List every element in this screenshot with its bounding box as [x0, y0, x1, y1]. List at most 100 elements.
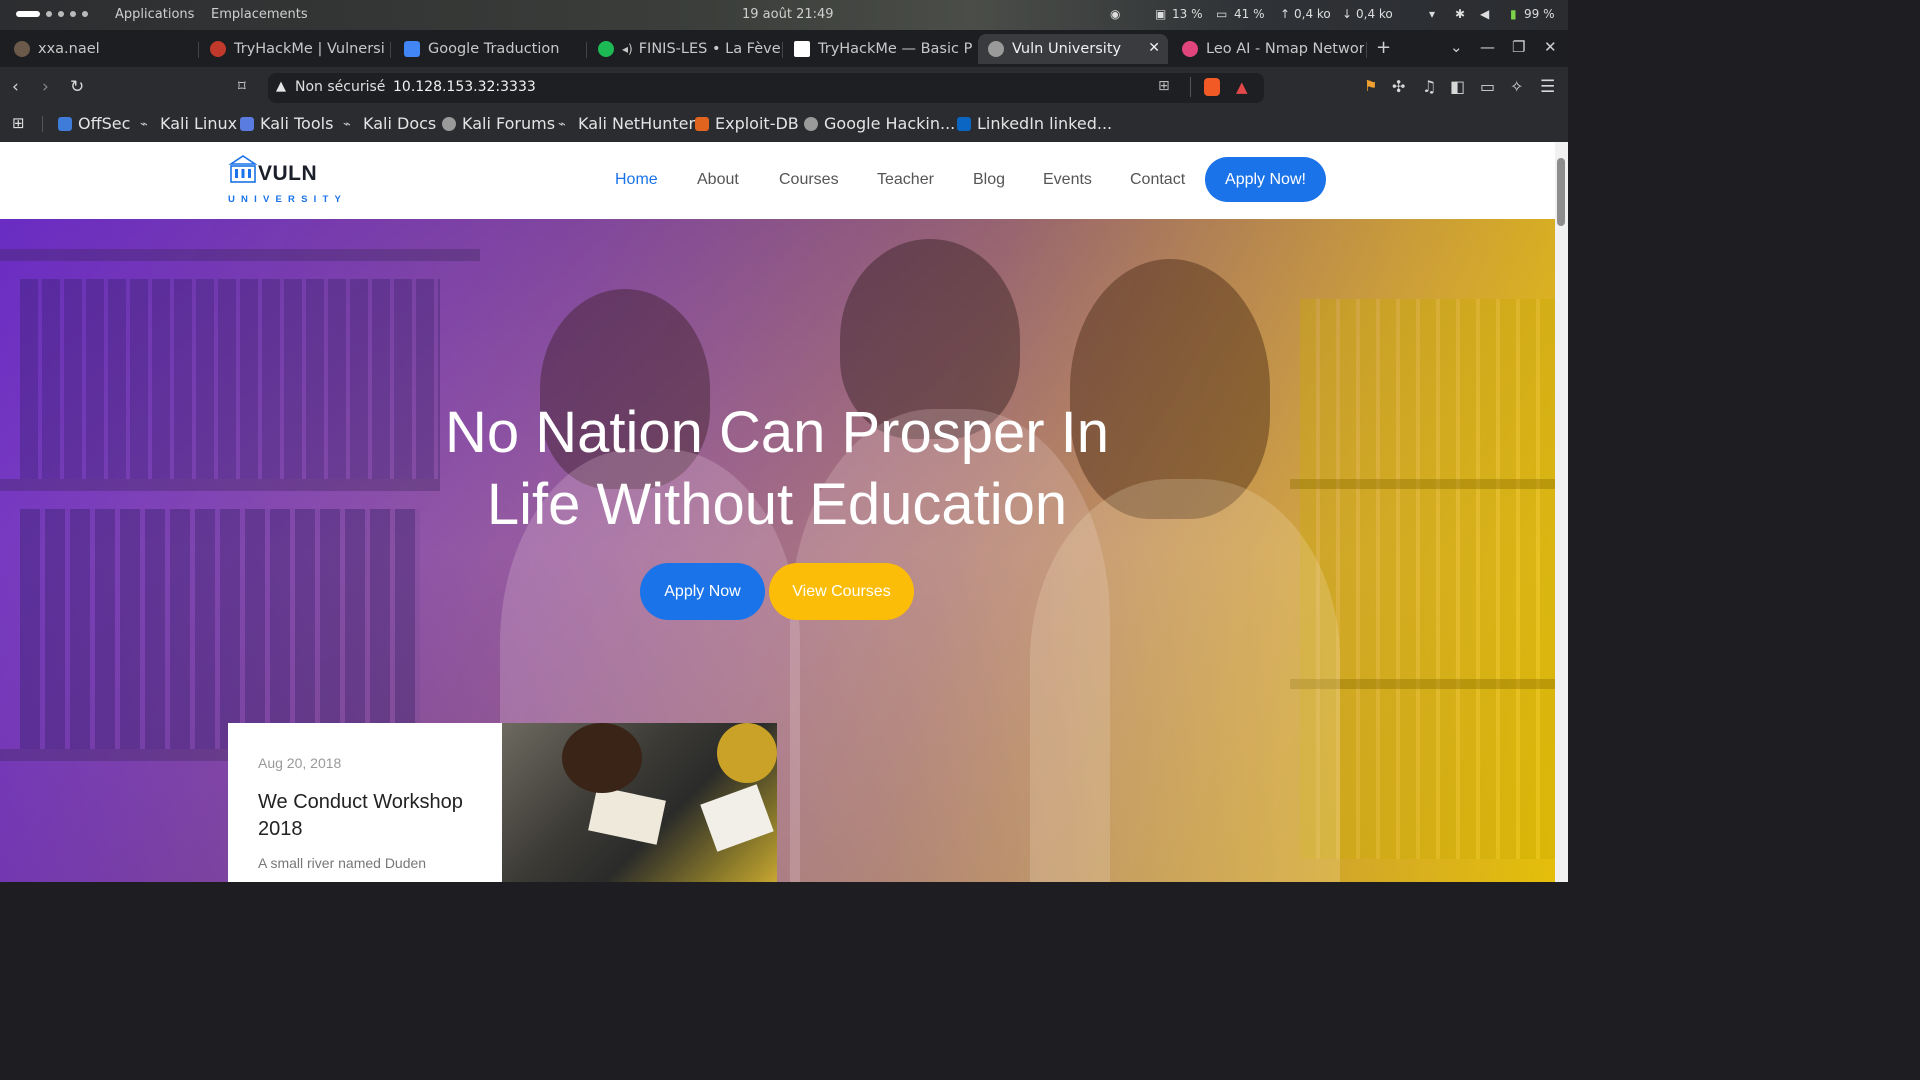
back-icon[interactable]: ‹	[12, 77, 19, 97]
view-courses-button[interactable]: View Courses	[769, 563, 914, 620]
event-image[interactable]	[502, 723, 777, 882]
tryhackme-icon	[210, 41, 226, 57]
close-tab-icon[interactable]: ✕	[1148, 40, 1160, 56]
nav-home[interactable]: Home	[615, 171, 658, 189]
nav-events[interactable]: Events	[1043, 171, 1092, 189]
nav-about[interactable]: About	[697, 171, 739, 189]
address-bar[interactable]: ▲ Non sécurisé 10.128.153.32:3333 ⊞ ▲	[268, 73, 1264, 103]
bookmark-label: LinkedIn linked...	[977, 114, 1113, 133]
sidebar-toggle-icon[interactable]: ◧	[1450, 77, 1465, 96]
minimize-icon[interactable]: —	[1480, 38, 1495, 56]
nav-teacher[interactable]: Teacher	[877, 171, 934, 189]
new-tab-icon[interactable]: +	[1376, 37, 1391, 58]
logo-title[interactable]: VULN	[258, 162, 317, 186]
places-menu[interactable]: Emplacements	[211, 7, 308, 22]
workspace-dot[interactable]	[58, 11, 64, 17]
tab-tryhackme-vulnversity[interactable]: TryHackMe | Vulnersi	[200, 34, 386, 64]
open-book	[588, 786, 666, 845]
bookmark-label: OffSec	[78, 114, 131, 133]
bookmark-kali-linux[interactable]: ⌁ Kali Linux	[140, 114, 237, 133]
bookmark-kali-forums[interactable]: Kali Forums	[442, 114, 555, 133]
bookmark-icon[interactable]: ⌑	[238, 77, 246, 95]
cpu-usage: 13 %	[1172, 7, 1203, 21]
leo-ai-icon	[1182, 41, 1198, 57]
tab-google-translate[interactable]: Google Traduction	[394, 34, 584, 64]
bookmark-kali-docs[interactable]: ⌁ Kali Docs	[343, 114, 436, 133]
nav-courses[interactable]: Courses	[779, 171, 839, 189]
tab-vuln-university[interactable]: Vuln University ✕	[978, 34, 1168, 64]
student-hair	[562, 723, 642, 793]
nav-blog[interactable]: Blog	[973, 171, 1005, 189]
tab-spotify[interactable]: ◂) FINIS-LES • La Fève	[588, 34, 780, 64]
hero-section: No Nation Can Prosper In Life Without Edu…	[0, 219, 1555, 882]
event-title[interactable]: We Conduct Workshop 2018	[258, 789, 488, 843]
battery-icon[interactable]: ▮	[1510, 7, 1517, 21]
bookmark-kali-tools[interactable]: Kali Tools	[240, 114, 333, 133]
bookmark-kali-nethunter[interactable]: ⌁ Kali NetHunter	[558, 114, 695, 133]
avatar	[14, 41, 30, 57]
extension-badge-icon[interactable]: ⚑	[1364, 77, 1377, 95]
tab-profile[interactable]: xxa.nael	[4, 34, 194, 64]
apps-grid-icon[interactable]: ⊞	[12, 114, 25, 132]
bookmark-linkedin[interactable]: LinkedIn linked...	[957, 114, 1112, 133]
scrollbar-thumb[interactable]	[1557, 158, 1565, 226]
discord-icon[interactable]: ◉	[1110, 7, 1120, 21]
kali-tools-icon	[240, 116, 254, 131]
brave-rewards-icon[interactable]: ▲	[1236, 78, 1248, 96]
leo-sparkle-icon[interactable]: ✧	[1510, 77, 1523, 96]
bookmark-exploit-db[interactable]: Exploit-DB	[695, 114, 799, 133]
page-scrollbar[interactable]	[1555, 142, 1568, 882]
apply-now-nav-button[interactable]: Apply Now!	[1205, 157, 1326, 202]
speaker-icon[interactable]: ◂)	[622, 42, 633, 56]
clock[interactable]: 19 août 21:49	[742, 7, 834, 22]
bluetooth-icon[interactable]: ✱	[1455, 7, 1465, 21]
tab-label: Google Traduction	[428, 41, 560, 57]
wifi-icon[interactable]: ▾	[1429, 7, 1435, 21]
close-window-icon[interactable]: ✕	[1544, 38, 1557, 56]
tab-list-chevron-down-icon[interactable]: ⌄	[1450, 38, 1463, 56]
google-translate-icon	[404, 41, 420, 57]
site-navbar: VULN UNIVERSITY Home About Courses Teach…	[0, 142, 1555, 219]
exploit-db-icon	[695, 116, 709, 131]
tab-leo-ai[interactable]: Leo AI - Nmap Networ	[1172, 34, 1364, 64]
tab-tryhackme-basic[interactable]: TryHackMe — Basic P	[784, 34, 974, 64]
workspace-dot[interactable]	[46, 11, 52, 17]
security-status[interactable]: Non sécurisé	[295, 79, 385, 95]
wallet-icon[interactable]: ▭	[1480, 77, 1495, 96]
nav-contact[interactable]: Contact	[1130, 171, 1185, 189]
kali-dragon-icon: ⌁	[558, 116, 566, 132]
bookmark-offsec[interactable]: OffSec	[58, 114, 130, 133]
applications-menu[interactable]: Applications	[115, 7, 194, 22]
event-card[interactable]: Aug 20, 2018 We Conduct Workshop 2018 A …	[228, 723, 502, 882]
bookmark-label: Kali NetHunter	[578, 114, 696, 133]
media-music-icon[interactable]: ♫	[1422, 77, 1436, 96]
restore-icon[interactable]: ❐	[1512, 38, 1525, 56]
warning-icon[interactable]: ▲	[276, 79, 286, 94]
globe-icon	[988, 41, 1004, 57]
workspace-active-indicator[interactable]	[16, 11, 40, 17]
medium-icon	[794, 41, 810, 57]
reload-icon[interactable]: ↻	[70, 77, 84, 97]
translate-icon[interactable]: ⊞	[1158, 78, 1170, 94]
tab-label: Vuln University	[1012, 41, 1122, 57]
download-rate: 0,4 ko	[1356, 7, 1393, 21]
bookmark-label: Google Hackin...	[824, 114, 956, 133]
apply-now-button[interactable]: Apply Now	[640, 563, 765, 620]
menu-icon[interactable]: ☰	[1540, 77, 1555, 97]
brave-shields-icon[interactable]	[1204, 78, 1220, 96]
logo-subtitle[interactable]: UNIVERSITY	[228, 194, 347, 205]
bookmark-google-hacking[interactable]: Google Hackin...	[804, 114, 955, 133]
url-text[interactable]: 10.128.153.32:3333	[393, 79, 536, 95]
hero-title: No Nation Can Prosper In Life Without Edu…	[380, 397, 1174, 541]
books-row	[20, 509, 420, 749]
memory-usage: 41 %	[1234, 7, 1265, 21]
spotify-icon	[598, 41, 614, 57]
paper	[700, 784, 774, 852]
bookshelf	[1290, 479, 1555, 489]
kali-dragon-icon: ⌁	[140, 116, 148, 132]
volume-icon[interactable]: ◀	[1480, 7, 1489, 21]
extensions-puzzle-icon[interactable]: ✣	[1392, 77, 1405, 96]
forward-icon[interactable]: ›	[42, 77, 49, 97]
workspace-dot[interactable]	[70, 11, 76, 17]
workspace-dot[interactable]	[82, 11, 88, 17]
